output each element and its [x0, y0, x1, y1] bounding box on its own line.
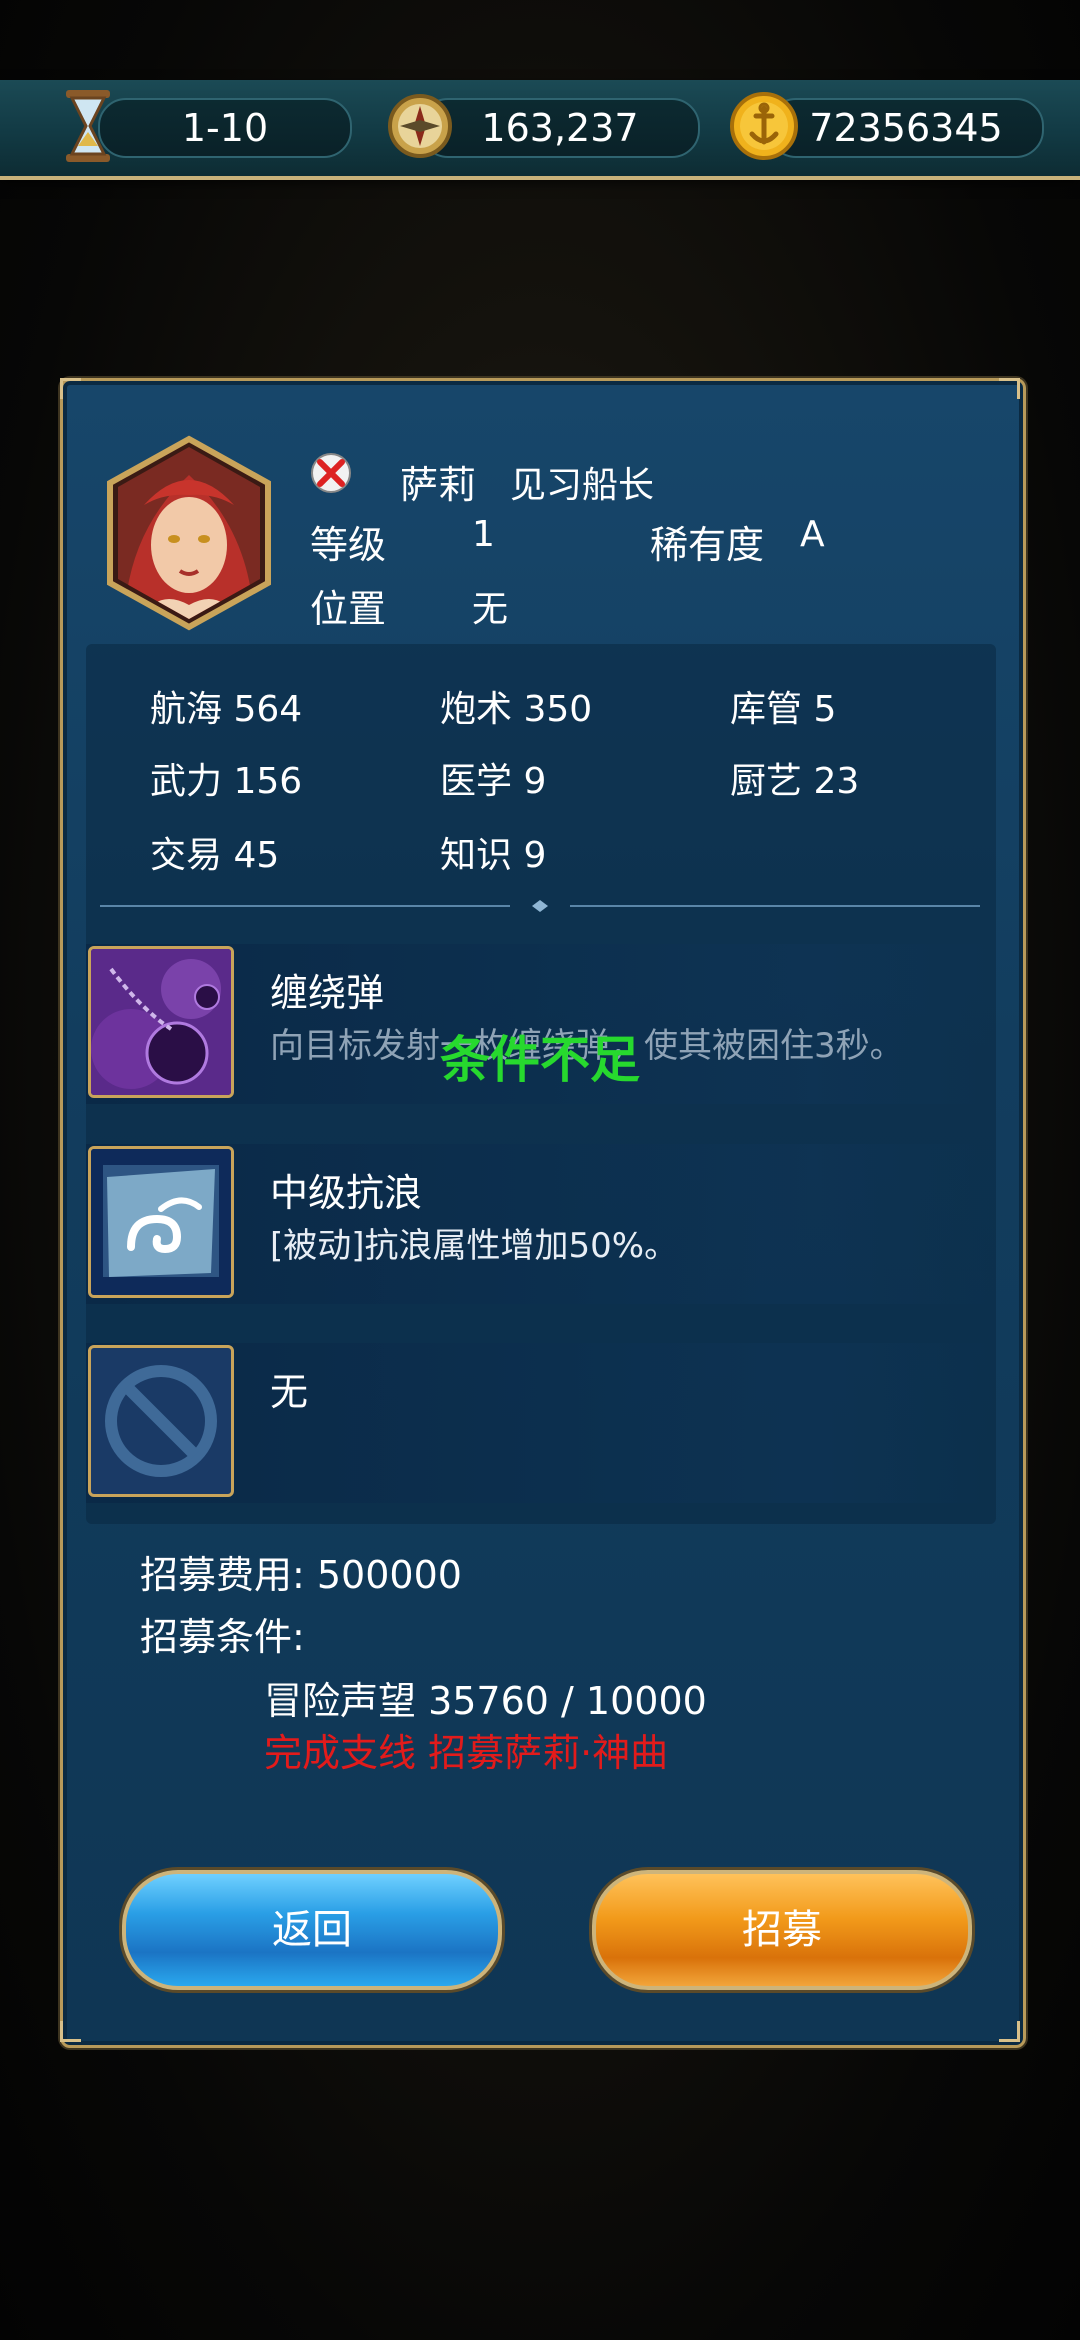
stat-label: 武力 [150, 761, 223, 802]
recruit-button[interactable]: 招募 [592, 1870, 972, 1990]
stat-value: 23 [813, 761, 860, 802]
rarity-value: A [800, 514, 825, 555]
stat-label: 知识 [440, 835, 513, 876]
stage-counter[interactable]: 1-10 [98, 98, 352, 158]
stat-value: 156 [233, 761, 303, 802]
skill-desc: [被动]抗浪属性增加50%。 [270, 1226, 679, 1266]
condition-reputation: 冒险声望 35760 / 10000 [264, 1679, 707, 1723]
stage-value: 1-10 [181, 106, 269, 150]
stat-value: 9 [523, 835, 547, 876]
stat-value: 45 [233, 835, 280, 876]
stat-knowledge: 知识 9 [440, 826, 546, 878]
faction-badge-icon [311, 453, 351, 493]
level-value: 1 [472, 514, 495, 555]
rarity-label: 稀有度 [650, 523, 765, 567]
skill-slot-2[interactable]: 中级抗浪 [被动]抗浪属性增加50%。 [86, 1144, 996, 1304]
compass-icon [388, 94, 452, 158]
stat-label: 交易 [150, 835, 223, 876]
skill-slot-3[interactable]: 无 [86, 1343, 996, 1503]
stat-cooking: 厨艺 23 [730, 752, 859, 804]
resource-bar: 1-10 163,237 72356345 [0, 80, 1080, 180]
condition-unmet-overlay: 条件不足 [440, 1031, 640, 1089]
condition-quest: 完成支线 招募萨莉·神曲 [264, 1731, 669, 1775]
recruit-cost: 招募费用: 500000 [140, 1553, 462, 1597]
stat-force: 武力 156 [150, 752, 302, 804]
compass-counter[interactable]: 163,237 [420, 98, 700, 158]
position-value: 无 [472, 589, 509, 630]
position-label: 位置 [310, 587, 387, 631]
section-divider [100, 900, 980, 912]
stat-value: 9 [523, 761, 547, 802]
officer-portrait[interactable] [104, 435, 274, 631]
skill-name: 缠绕弹 [270, 971, 385, 1015]
recruit-conditions-label: 招募条件: [140, 1615, 305, 1659]
stat-navigation: 航海 564 [150, 680, 302, 732]
gold-value: 72356345 [809, 106, 1003, 150]
officer-title: 见习船长 [510, 465, 655, 506]
back-button-label: 返回 [272, 1907, 352, 1953]
level-label: 等级 [310, 523, 387, 567]
panel-corner [999, 378, 1020, 399]
stat-value: 350 [523, 689, 593, 730]
panel-corner [60, 378, 81, 399]
stat-trade: 交易 45 [150, 826, 279, 878]
skill-name: 中级抗浪 [270, 1171, 423, 1215]
wave-resist-icon [88, 1146, 234, 1298]
stat-label: 医学 [440, 761, 513, 802]
recruit-button-label: 招募 [742, 1907, 822, 1953]
stat-label: 库管 [730, 689, 803, 730]
stat-label: 厨艺 [730, 761, 803, 802]
back-button[interactable]: 返回 [122, 1870, 502, 1990]
compass-value: 163,237 [481, 106, 639, 150]
panel-corner [999, 2021, 1020, 2042]
stat-value: 564 [233, 689, 303, 730]
empty-slot-icon [88, 1345, 234, 1497]
hourglass-icon [66, 90, 110, 162]
stat-value: 5 [813, 689, 837, 730]
gold-counter[interactable]: 72356345 [768, 98, 1044, 158]
stat-medicine: 医学 9 [440, 752, 546, 804]
skill-name: 无 [270, 1370, 309, 1414]
stat-label: 航海 [150, 689, 223, 730]
panel-corner [60, 2021, 81, 2042]
anchor-coin-icon [730, 92, 798, 160]
tangle-shot-icon [88, 946, 234, 1098]
stat-label: 炮术 [440, 689, 513, 730]
stat-storage: 库管 5 [730, 680, 836, 732]
stat-gunnery: 炮术 350 [440, 680, 592, 732]
officer-name: 萨莉 [400, 463, 477, 507]
